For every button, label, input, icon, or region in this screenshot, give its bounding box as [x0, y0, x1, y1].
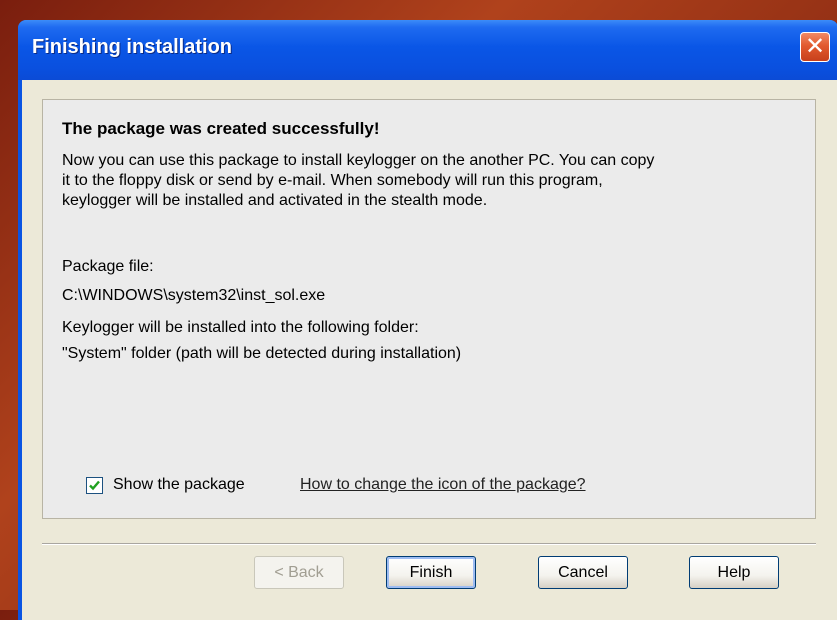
show-package-label[interactable]: Show the package	[113, 476, 245, 494]
window-title: Finishing installation	[32, 36, 232, 58]
cancel-button[interactable]: Cancel	[538, 556, 628, 589]
title-bar[interactable]: Finishing installation ✕	[18, 20, 837, 80]
install-folder-value: "System" folder (path will be detected d…	[62, 345, 462, 362]
finish-button[interactable]: Finish	[386, 556, 476, 589]
show-package-checkbox[interactable]	[86, 477, 103, 494]
package-file-path: C:\WINDOWS\system32\inst_sol.exe	[62, 287, 326, 304]
description-text: Now you can use this package to install …	[62, 152, 655, 209]
installer-dialog: Finishing installation ✕ The package was…	[18, 20, 837, 620]
install-folder-label: Keylogger will be installed into the fol…	[62, 319, 419, 336]
success-heading: The package was created successfully!	[62, 119, 380, 138]
change-icon-help-link[interactable]: How to change the icon of the package?	[300, 476, 586, 494]
close-icon[interactable]: ✕	[800, 32, 830, 62]
checkmark-icon	[89, 480, 100, 491]
dialog-client-area: The package was created successfully! No…	[22, 80, 837, 620]
back-button[interactable]: < Back	[254, 556, 344, 589]
package-file-label: Package file:	[62, 258, 154, 275]
separator-highlight	[42, 544, 816, 545]
help-button[interactable]: Help	[689, 556, 779, 589]
